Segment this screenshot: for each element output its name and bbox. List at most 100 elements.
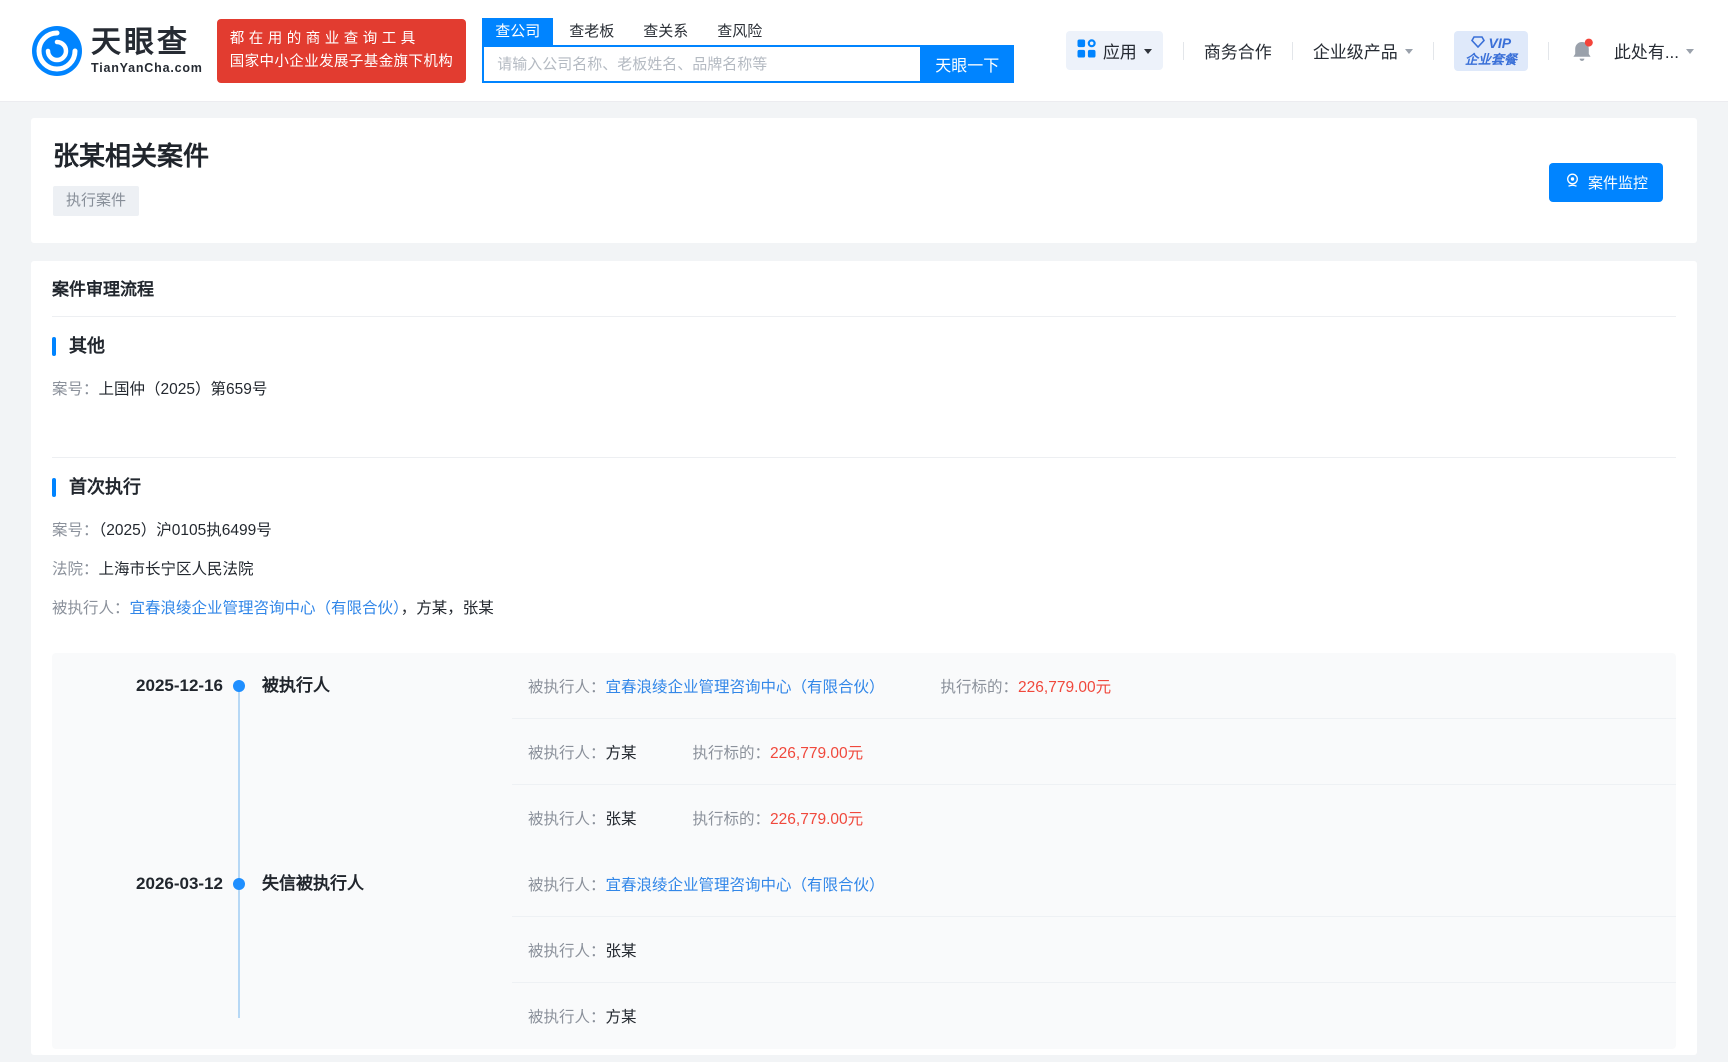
- user-menu-label: 此处有...: [1613, 43, 1679, 62]
- person-name: 方某: [605, 744, 637, 762]
- group-header-bar: [52, 336, 56, 356]
- vip-package-label: 企业套餐: [1464, 51, 1517, 67]
- search-tab-查关系[interactable]: 查关系: [643, 18, 688, 45]
- timeline-connector-line: [238, 686, 240, 1018]
- field-value: 上国仲（2025）第659号: [98, 381, 268, 398]
- timeline-row: 被执行人： 张某 执行标的：226,779.00元: [512, 785, 1676, 851]
- field-value: （2025）沪0105执6499号: [98, 522, 272, 539]
- nav-divider: [1182, 41, 1184, 60]
- amount-label: 执行标的：: [940, 678, 1019, 696]
- case-field: 被执行人：宜春浪绫企业管理咨询中心（有限合伙），方某，张某: [52, 598, 1676, 619]
- nav-item-business-cooperation[interactable]: 商务合作: [1204, 38, 1272, 63]
- section-header: 案件审理流程: [52, 269, 1676, 317]
- monitor-camera-icon: [1564, 172, 1581, 193]
- case-groups: 其他 案号：上国仲（2025）第659号 首次执行 案号：（2025）沪0105执64…: [52, 334, 1676, 619]
- top-header: 天眼查 TianYanCha.com 都在用的商业查询工具 国家中小企业发展子基…: [0, 0, 1728, 102]
- amount-group: 执行标的：226,779.00元: [693, 741, 864, 763]
- brand-name-cn: 天眼查: [91, 25, 190, 59]
- field-label: 被执行人：: [52, 600, 130, 617]
- chevron-down-icon: [1404, 49, 1413, 58]
- apps-menu-label: 应用: [1102, 43, 1137, 62]
- row-label: 被执行人：: [528, 1009, 606, 1026]
- tianyancha-logo[interactable]: 天眼查 TianYanCha.com: [32, 25, 203, 76]
- row-label: 被执行人：: [528, 678, 606, 696]
- company-link[interactable]: 宜春浪绫企业管理咨询中心（有限合伙）: [606, 873, 885, 895]
- timeline-box: 2025-12-16 被执行人 被执行人： 宜春浪绫企业管理咨询中心（有限合伙） 执行标…: [52, 653, 1676, 1049]
- page-title: 张某相关案件: [53, 141, 210, 171]
- group-header-bar: [52, 477, 56, 497]
- timeline-entry: 2026-03-12 失信被执行人 被执行人： 宜春浪绫企业管理咨询中心（有限合伙）被…: [52, 851, 1676, 1049]
- case-field: 法院：上海市长宁区人民法院: [52, 559, 1676, 580]
- case-flow-card: 案件审理流程 其他 案号：上国仲（2025）第659号 首次执行 案号：（2025）沪…: [31, 261, 1697, 1055]
- timeline-row: 被执行人： 方某: [512, 983, 1676, 1049]
- nav-item-enterprise-label: 企业级产品: [1312, 43, 1398, 62]
- amount-value: 226,779.00元: [1018, 678, 1112, 696]
- timeline-dot: [233, 878, 245, 890]
- brand-name-en: TianYanCha.com: [91, 60, 203, 75]
- row-label: 被执行人：: [528, 811, 606, 828]
- company-link[interactable]: 宜春浪绫企业管理咨询中心（有限合伙）: [606, 675, 885, 697]
- timeline-row: 被执行人： 张某: [512, 917, 1676, 983]
- chevron-down-icon: [1686, 49, 1694, 58]
- field-value: 上海市长宁区人民法院: [98, 561, 254, 578]
- timeline-event-label: 失信被执行人: [262, 874, 364, 893]
- search-tab-查公司[interactable]: 查公司: [482, 18, 554, 45]
- timeline-rows: 被执行人： 宜春浪绫企业管理咨询中心（有限合伙） 执行标的：226,779.00元被…: [512, 653, 1676, 851]
- field-label: 案号：: [52, 381, 99, 398]
- notification-bell-icon[interactable]: [1569, 38, 1595, 64]
- header-nav: 应用 商务合作 企业级产品 VIP 企业套餐 此处有...: [1065, 30, 1694, 71]
- case-monitor-label: 案件监控: [1587, 175, 1648, 192]
- timeline-date: 2026-03-12: [136, 874, 223, 893]
- group-title: 首次执行: [69, 477, 141, 497]
- timeline-entry-left: 2026-03-12 失信被执行人: [52, 851, 512, 1049]
- person-name: 张某: [605, 942, 637, 960]
- timeline-dot: [233, 680, 245, 692]
- person-name: 张某: [605, 811, 637, 828]
- promo-banner-line1: 都在用的商业查询工具: [229, 30, 420, 47]
- vip-label: VIP: [1488, 34, 1512, 51]
- timeline-row: 被执行人： 宜春浪绫企业管理咨询中心（有限合伙） 执行标的：226,779.00元: [512, 653, 1676, 719]
- case-group: 首次执行 案号：（2025）沪0105执6499号 法院：上海市长宁区人民法院 被执行…: [52, 457, 1676, 619]
- amount-label: 执行标的：: [692, 811, 771, 828]
- case-field: 案号：（2025）沪0105执6499号: [52, 520, 1676, 541]
- timeline-row: 被执行人： 宜春浪绫企业管理咨询中心（有限合伙）: [512, 851, 1676, 917]
- search-tab-查风险[interactable]: 查风险: [717, 18, 762, 45]
- user-menu[interactable]: 此处有...: [1614, 38, 1694, 63]
- nav-divider: [1432, 41, 1434, 60]
- row-label: 被执行人：: [528, 876, 606, 894]
- apps-menu[interactable]: 应用: [1065, 31, 1163, 70]
- title-card: 张某相关案件 执行案件 案件监控: [31, 118, 1697, 243]
- timeline-event-label: 被执行人: [262, 676, 330, 695]
- timeline-rows: 被执行人： 宜春浪绫企业管理咨询中心（有限合伙） 被执行人： 张某 被执行人： 方某: [512, 851, 1676, 1049]
- person-name: 方某: [605, 1009, 637, 1026]
- amount-group: 执行标的：226,779.00元: [941, 675, 1112, 697]
- chevron-down-icon: [1143, 49, 1152, 58]
- search-button[interactable]: 天眼一下: [920, 45, 1015, 83]
- nav-divider: [1291, 41, 1293, 60]
- vip-package-button[interactable]: VIP 企业套餐: [1453, 30, 1528, 71]
- timeline: 2025-12-16 被执行人 被执行人： 宜春浪绫企业管理咨询中心（有限合伙） 执行标…: [52, 653, 1676, 1049]
- group-header: 其他: [52, 334, 1676, 358]
- timeline-entry: 2025-12-16 被执行人 被执行人： 宜春浪绫企业管理咨询中心（有限合伙） 执行标…: [52, 653, 1676, 851]
- field-value: ，方某，张某: [400, 600, 494, 617]
- promo-banner-line2: 国家中小企业发展子基金旗下机构: [229, 53, 454, 70]
- company-link[interactable]: 宜春浪绫企业管理咨询中心（有限合伙）: [130, 600, 401, 617]
- timeline-date: 2025-12-16: [136, 676, 223, 695]
- field-label: 法院：: [52, 561, 99, 578]
- case-field: 案号：上国仲（2025）第659号: [52, 379, 1676, 400]
- search-tab-查老板[interactable]: 查老板: [569, 18, 614, 45]
- timeline-row: 被执行人： 方某 执行标的：226,779.00元: [512, 719, 1676, 785]
- search-tabs: 查公司 查老板 查关系 查风险: [482, 18, 1014, 45]
- apps-grid-icon: [1077, 38, 1096, 63]
- group-title: 其他: [69, 336, 105, 356]
- case-type-tag: 执行案件: [53, 186, 140, 216]
- timeline-entry-left: 2025-12-16 被执行人: [52, 653, 512, 851]
- row-label: 被执行人：: [528, 942, 606, 960]
- row-label: 被执行人：: [528, 744, 606, 762]
- nav-item-enterprise-products[interactable]: 企业级产品: [1313, 38, 1413, 63]
- amount-value: 226,779.00元: [770, 811, 864, 828]
- case-monitor-button[interactable]: 案件监控: [1548, 163, 1663, 202]
- promo-banner: 都在用的商业查询工具 国家中小企业发展子基金旗下机构: [216, 18, 467, 83]
- vip-gem-icon: [1470, 35, 1485, 51]
- search-input[interactable]: [482, 45, 921, 83]
